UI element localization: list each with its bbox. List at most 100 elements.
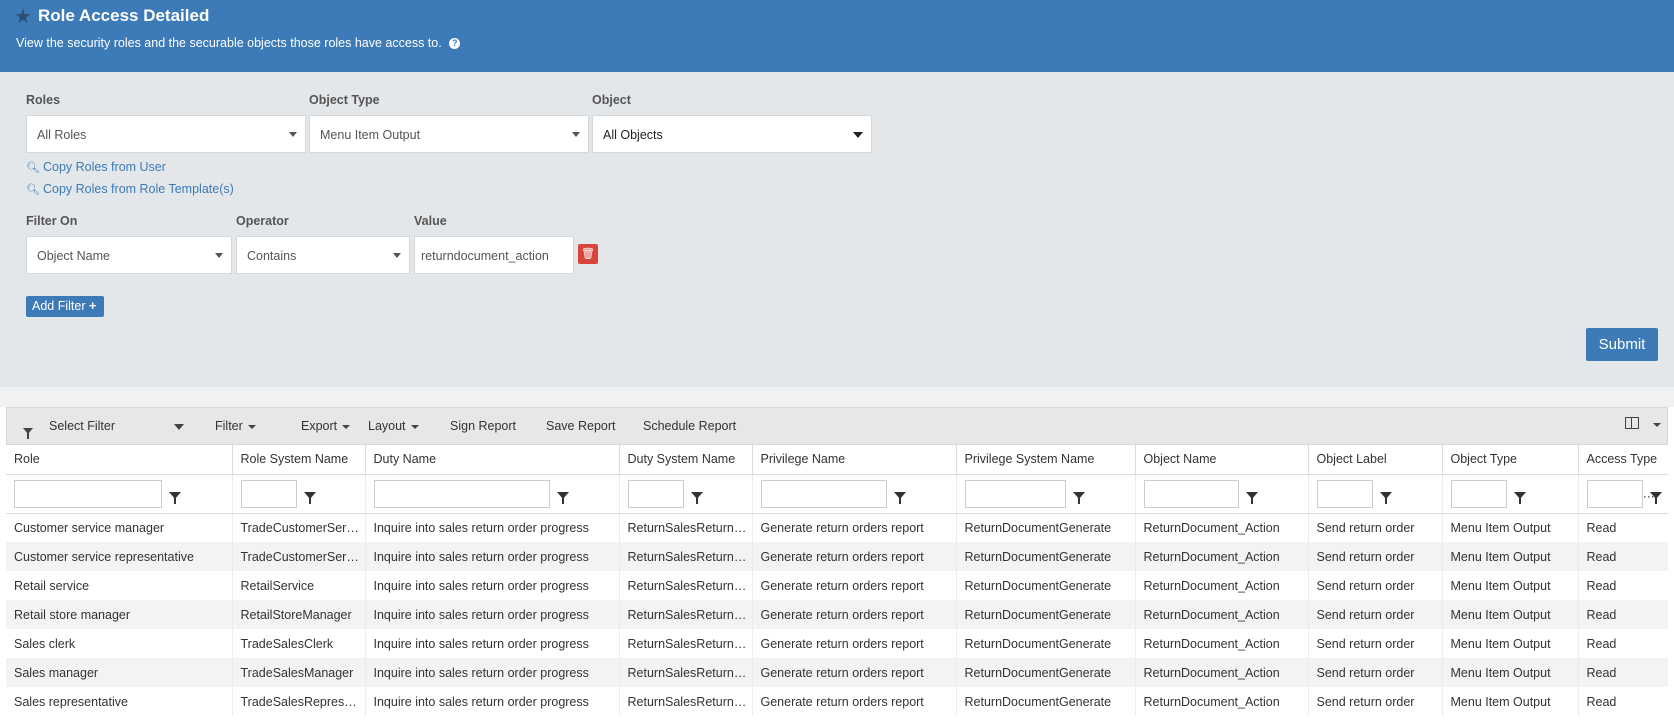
table-row[interactable]: Retail store manager RetailStoreManager In… bbox=[6, 600, 1668, 629]
table-row[interactable]: Retail service RetailService Inquire into … bbox=[6, 571, 1668, 600]
copy-roles-from-user-text: Copy Roles from User bbox=[42, 160, 166, 174]
column-header[interactable]: Privilege Name bbox=[752, 445, 957, 475]
add-filter-button[interactable]: Add Filter + bbox=[26, 296, 104, 317]
column-header[interactable]: Role bbox=[6, 445, 233, 475]
column-header[interactable]: Object Label bbox=[1308, 445, 1443, 475]
chevron-down-icon bbox=[215, 253, 223, 258]
filter-icon[interactable] bbox=[297, 480, 323, 508]
column-filter-input[interactable] bbox=[1316, 479, 1373, 508]
select-filter-dropdown[interactable]: Select Filter bbox=[49, 419, 184, 433]
table-cell: ReturnDocumentGenerate bbox=[956, 629, 1136, 658]
object-type-select[interactable]: Menu Item Output bbox=[309, 115, 589, 153]
table-cell: Read bbox=[1578, 600, 1668, 629]
table-row[interactable]: Customer service representative TradeCust… bbox=[6, 542, 1668, 571]
save-report-button[interactable]: Save Report bbox=[546, 419, 615, 433]
table-cell: Read bbox=[1578, 687, 1668, 716]
column-filter-cell bbox=[1578, 474, 1668, 514]
table-cell: ReturnDocument_Action bbox=[1135, 600, 1309, 629]
roles-select[interactable]: All Roles bbox=[26, 115, 306, 153]
column-filter-cell bbox=[6, 474, 233, 514]
filter-value-text: returndocument_action bbox=[421, 249, 549, 263]
table-row[interactable]: Sales manager TradeSalesManager Inquire in… bbox=[6, 658, 1668, 687]
filter-icon[interactable] bbox=[684, 480, 710, 508]
table-cell: ReturnDocumentGenerate bbox=[956, 571, 1136, 600]
table-cell: Sales representative bbox=[6, 687, 233, 716]
schedule-report-button[interactable]: Schedule Report bbox=[643, 419, 736, 433]
column-chooser-icon[interactable] bbox=[1625, 417, 1639, 429]
table-row[interactable]: Customer service manager TradeCustomerSer… bbox=[6, 513, 1668, 542]
table-cell: ReturnSalesReturnOrderProgressInquire bbox=[619, 629, 753, 658]
section-divider bbox=[0, 387, 1674, 407]
delete-filter-button[interactable]: 🗑︎ bbox=[578, 244, 598, 264]
operator-select-value: Contains bbox=[247, 249, 297, 263]
filter-icon[interactable] bbox=[1507, 480, 1533, 508]
copy-roles-from-user-link[interactable]: 🔍︎ Copy Roles from User bbox=[26, 160, 166, 174]
table-cell: ReturnSalesReturnOrderProgressInquire bbox=[619, 542, 753, 571]
table-row[interactable]: Sales representativeTradeSalesRepresenta… bbox=[6, 687, 1668, 716]
filter-icon[interactable] bbox=[550, 480, 576, 508]
column-header[interactable]: Privilege System Name bbox=[956, 445, 1136, 475]
filter-icon[interactable] bbox=[1239, 480, 1265, 508]
table-header-row: Role Role System Name Duty Name Duty Sys… bbox=[6, 445, 1668, 475]
column-filter-input[interactable] bbox=[1450, 479, 1507, 508]
table-row[interactable]: Sales clerk TradeSalesClerk Inquire into s… bbox=[6, 629, 1668, 658]
filter-on-label: Filter On bbox=[26, 214, 78, 228]
object-select[interactable]: All Objects bbox=[592, 115, 872, 153]
table-cell: Retail store manager bbox=[6, 600, 233, 629]
filter-icon[interactable] bbox=[887, 480, 913, 508]
table-cell: Send return order bbox=[1308, 658, 1443, 687]
column-header[interactable]: Duty Name bbox=[365, 445, 620, 475]
column-filter-input[interactable] bbox=[964, 479, 1066, 508]
filter-icon[interactable] bbox=[1066, 480, 1092, 508]
table-cell: Menu Item Output bbox=[1442, 629, 1579, 658]
table-cell: Retail service bbox=[6, 571, 233, 600]
layout-menu-label: Layout bbox=[368, 419, 406, 433]
filter-on-select[interactable]: Object Name bbox=[26, 236, 232, 274]
column-filter-input[interactable] bbox=[240, 479, 297, 508]
filter-icon[interactable] bbox=[162, 480, 188, 508]
sign-report-button[interactable]: Sign Report bbox=[450, 419, 516, 433]
table-cell: Send return order bbox=[1308, 571, 1443, 600]
chevron-down-icon bbox=[342, 424, 351, 429]
column-header[interactable]: Role System Name bbox=[232, 445, 366, 475]
table-cell: ReturnSalesReturnOrderProgressInquire bbox=[619, 658, 753, 687]
column-header[interactable]: Object Type bbox=[1442, 445, 1579, 475]
layout-menu[interactable]: Layout bbox=[368, 419, 419, 433]
table-cell: ReturnDocument_Action bbox=[1135, 513, 1309, 542]
table-cell: Inquire into sales return order progress bbox=[365, 600, 620, 629]
help-icon[interactable]: ? bbox=[449, 38, 461, 50]
filter-value-input[interactable]: returndocument_action bbox=[414, 236, 574, 274]
column-filter-input[interactable] bbox=[14, 479, 162, 508]
table-cell: ReturnSalesReturnOrderProgressInquire bbox=[619, 571, 753, 600]
filter-icon[interactable] bbox=[1373, 480, 1399, 508]
table-cell: TradeSalesManager bbox=[232, 658, 366, 687]
table-cell: Menu Item Output bbox=[1442, 658, 1579, 687]
page-header: ★ Role Access Detailed View the security… bbox=[0, 0, 1674, 72]
column-filter-cell bbox=[1442, 474, 1579, 514]
operator-select[interactable]: Contains bbox=[236, 236, 410, 274]
column-filter-input[interactable] bbox=[627, 479, 684, 508]
submit-button[interactable]: Submit bbox=[1586, 328, 1658, 361]
table-cell: TradeCustomerServiceManager bbox=[232, 513, 366, 542]
chevron-down-icon bbox=[410, 424, 419, 429]
search-icon: 🔍︎ bbox=[26, 184, 40, 196]
column-filter-cell bbox=[232, 474, 366, 514]
column-filter-input[interactable] bbox=[1143, 479, 1239, 508]
column-header[interactable]: Duty System Name bbox=[619, 445, 753, 475]
page-subtitle-text: View the security roles and the securabl… bbox=[16, 36, 442, 50]
column-filter-input[interactable] bbox=[373, 479, 550, 508]
export-menu[interactable]: Export bbox=[301, 419, 351, 433]
table-cell: Generate return orders report bbox=[752, 629, 957, 658]
table-cell: Send return order bbox=[1308, 629, 1443, 658]
star-icon[interactable]: ★ bbox=[14, 4, 32, 29]
table-cell: Customer service manager bbox=[6, 513, 233, 542]
column-filter-input[interactable] bbox=[1586, 479, 1643, 508]
column-filter-row bbox=[6, 474, 1668, 514]
column-header[interactable]: Object Name bbox=[1135, 445, 1309, 475]
filter-menu[interactable]: Filter bbox=[215, 419, 256, 433]
copy-roles-from-template-link[interactable]: 🔍︎ Copy Roles from Role Template(s) bbox=[26, 182, 234, 196]
table-cell: Inquire into sales return order progress bbox=[365, 629, 620, 658]
column-filter-input[interactable] bbox=[760, 479, 887, 508]
chevron-down-icon[interactable] bbox=[1653, 423, 1661, 427]
column-header[interactable]: Access Type bbox=[1578, 445, 1668, 475]
